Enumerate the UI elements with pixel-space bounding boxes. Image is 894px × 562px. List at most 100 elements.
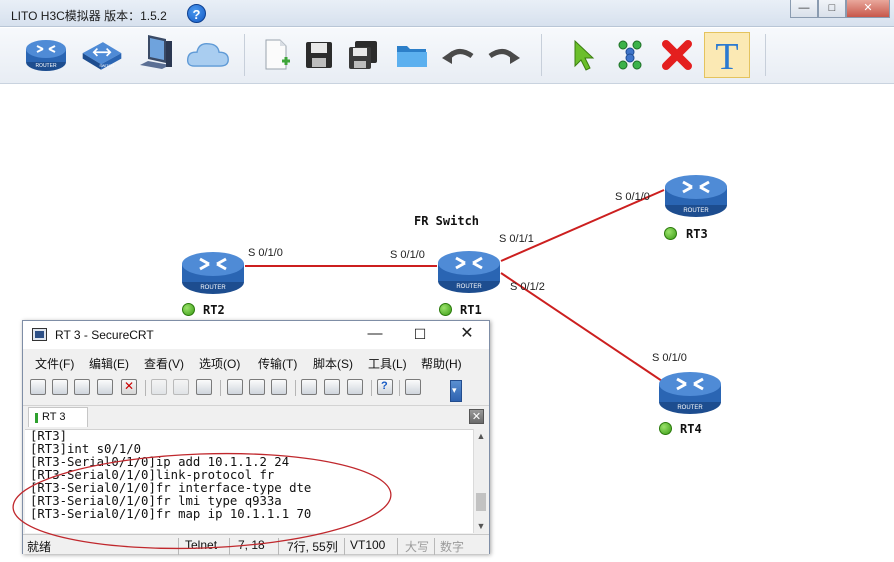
router-rt3[interactable]: ROUTER (664, 170, 728, 223)
status-indicator-rt4 (659, 422, 672, 435)
port-label-rt1-s012: S 0/1/2 (510, 281, 545, 293)
router-caption: ROUTER (677, 405, 703, 411)
main-toolbar: ROUTER SWITCH T (0, 28, 894, 84)
device-name-rt4: RT4 (680, 422, 702, 436)
port-label-rt3-s010: S 0/1/0 (615, 191, 650, 203)
menu-help[interactable]: 帮助(H) (421, 355, 462, 372)
text-tool-icon[interactable]: T (704, 32, 750, 78)
pc-tool-icon[interactable] (133, 32, 179, 78)
toolbar-separator (295, 380, 296, 396)
print-selection-icon[interactable] (249, 379, 265, 395)
securecrt-close-button[interactable]: ✕ (447, 323, 487, 347)
toolbar-separator (244, 34, 245, 76)
global-options-icon[interactable] (324, 379, 340, 395)
switch-tool-caption: SWITCH (99, 64, 114, 68)
help-icon[interactable] (377, 379, 393, 395)
securecrt-app-icon (32, 328, 47, 341)
terminal-output[interactable]: [RT3] [RT3]int s0/1/0 [RT3-Serial0/1/0]i… (25, 429, 473, 533)
status-divider (278, 538, 279, 555)
connect-icon[interactable] (30, 379, 46, 395)
title-bar: LITO H3C模拟器 版本：1.5.2 ? — □ ✕ (0, 0, 894, 27)
router-tool-caption: ROUTER (35, 63, 57, 69)
session-tab-rt3[interactable]: RT 3 (28, 407, 88, 427)
new-file-icon[interactable] (253, 32, 299, 78)
open-folder-icon[interactable] (389, 32, 435, 78)
status-cursor-position: 7, 18 (238, 538, 265, 552)
printer-setup-icon[interactable] (271, 379, 287, 395)
undo-icon[interactable] (435, 32, 481, 78)
text-tool-glyph: T (715, 36, 738, 74)
sftp-icon[interactable] (405, 379, 421, 395)
menu-tools[interactable]: 工具(L) (368, 355, 407, 372)
key-icon[interactable] (347, 379, 363, 395)
connect-link-icon[interactable] (607, 32, 653, 78)
find-icon[interactable] (196, 379, 212, 395)
toolbar-separator (371, 380, 372, 396)
terminal-scrollbar[interactable]: ▲ ▼ (473, 429, 487, 533)
minimize-button[interactable]: — (790, 0, 818, 18)
status-indicator-rt1 (439, 303, 452, 316)
port-label-rt2-s010: S 0/1/0 (248, 247, 283, 259)
paste-icon[interactable] (173, 379, 189, 395)
session-options-icon[interactable] (301, 379, 317, 395)
copy-icon[interactable] (151, 379, 167, 395)
redo-icon[interactable] (481, 32, 527, 78)
scroll-thumb[interactable] (476, 493, 486, 511)
router-rt1[interactable]: ROUTER (437, 246, 501, 299)
status-protocol: Telnet (185, 538, 218, 552)
securecrt-minimize-button[interactable]: — (355, 323, 395, 347)
router-caption: ROUTER (456, 284, 482, 290)
switch-tool-icon[interactable]: SWITCH (79, 32, 125, 78)
help-icon[interactable]: ? (187, 4, 206, 23)
port-label-rt1-s011: S 0/1/1 (499, 233, 534, 245)
router-rt4[interactable]: ROUTER (658, 367, 722, 420)
securecrt-title-bar: RT 3 - SecureCRT — ☐ ✕ (23, 321, 489, 349)
save-icon[interactable] (296, 32, 342, 78)
connect-in-tab-icon[interactable] (74, 379, 90, 395)
save-as-icon[interactable] (340, 32, 386, 78)
securecrt-title: RT 3 - SecureCRT (55, 328, 154, 342)
menu-file[interactable]: 文件(F) (35, 355, 74, 372)
session-status-icon (35, 413, 38, 423)
status-num-lock: 数字 (440, 540, 465, 554)
disconnect-icon[interactable] (121, 379, 137, 395)
print-icon[interactable] (227, 379, 243, 395)
router-caption: ROUTER (200, 285, 226, 291)
router-tool-icon[interactable]: ROUTER (23, 32, 69, 78)
toolbar-separator (765, 34, 766, 76)
securecrt-window: RT 3 - SecureCRT — ☐ ✕ 文件(F) 编辑(E) 查看(V)… (22, 320, 490, 555)
status-divider (178, 538, 179, 555)
toolbar-overflow-button[interactable] (450, 380, 462, 402)
status-ready: 就绪 (27, 540, 52, 554)
router-caption: ROUTER (683, 208, 709, 214)
menu-options[interactable]: 选项(O) (199, 355, 240, 372)
fr-switch-caption: FR Switch (414, 214, 480, 228)
reconnect-icon[interactable] (97, 379, 113, 395)
scroll-up-button[interactable]: ▲ (474, 429, 488, 443)
menu-view[interactable]: 查看(V) (144, 355, 184, 372)
status-divider (344, 538, 345, 555)
maximize-button[interactable]: □ (818, 0, 846, 18)
status-emulation: VT100 (350, 538, 386, 552)
menu-transfer[interactable]: 传输(T) (258, 355, 297, 372)
status-indicator-rt3 (664, 227, 677, 240)
cloud-tool-icon[interactable] (185, 32, 231, 78)
select-pointer-icon[interactable] (561, 32, 607, 78)
status-caps-lock: 大写 (405, 540, 430, 554)
port-label-rt1-s010: S 0/1/0 (390, 249, 425, 261)
securecrt-tab-bar: RT 3 ✕ (23, 405, 489, 427)
scroll-down-button[interactable]: ▼ (474, 519, 488, 533)
router-rt2[interactable]: ROUTER (181, 247, 245, 300)
close-tab-button[interactable]: ✕ (469, 409, 484, 424)
menu-script[interactable]: 脚本(S) (313, 355, 353, 372)
toolbar-separator (220, 380, 221, 396)
quick-connect-icon[interactable] (52, 379, 68, 395)
menu-edit[interactable]: 编辑(E) (89, 355, 129, 372)
device-name-rt2: RT2 (203, 303, 225, 317)
toolbar-separator (399, 380, 400, 396)
app-title: LITO H3C模拟器 版本：1.5.2 (11, 9, 167, 23)
close-button[interactable]: ✕ (846, 0, 890, 18)
delete-icon[interactable] (654, 32, 700, 78)
securecrt-maximize-button[interactable]: ☐ (400, 323, 440, 347)
securecrt-menu-bar: 文件(F) 编辑(E) 查看(V) 选项(O) 传输(T) 脚本(S) 工具(L… (23, 351, 489, 373)
